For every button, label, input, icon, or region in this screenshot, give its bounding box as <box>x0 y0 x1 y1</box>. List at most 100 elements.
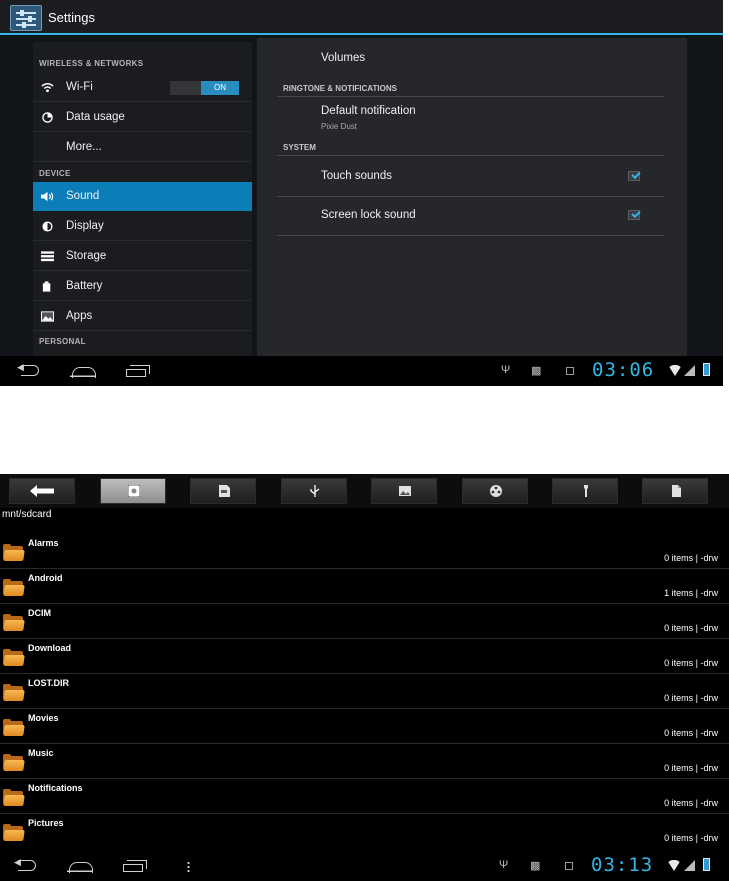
action-bar: Settings <box>0 0 723 35</box>
sidebar-item-label: Storage <box>66 250 107 262</box>
file-manager-screen: mnt/sdcard Alarms 0 items | -drw Android… <box>0 474 729 881</box>
folder-row[interactable]: Movies 0 items | -drw <box>0 709 729 744</box>
folder-meta: 0 items | -drw <box>664 728 718 738</box>
recent-apps-icon[interactable] <box>123 860 147 872</box>
sidebar-item-label: More... <box>66 141 102 153</box>
folder-row[interactable]: LOST.DIR 0 items | -drw <box>0 674 729 709</box>
folder-meta: 0 items | -drw <box>664 623 718 633</box>
folder-row[interactable]: Notifications 0 items | -drw <box>0 779 729 814</box>
system-nav-bar: ◀ Ψ ▩ 03:13 <box>0 851 729 881</box>
folder-name: Download <box>28 643 71 653</box>
sidebar-item-more[interactable]: More... <box>33 133 252 162</box>
battery-icon <box>703 858 710 871</box>
sidebar-item-battery[interactable]: Battery <box>33 272 252 301</box>
touch-sounds-checkbox[interactable] <box>628 171 640 181</box>
sidebar-item-label: Display <box>66 220 104 232</box>
battery-icon <box>42 281 51 292</box>
page-title: Settings <box>48 10 95 25</box>
signal-icon <box>684 365 695 376</box>
folder-row[interactable]: Music 0 items | -drw <box>0 744 729 779</box>
folder-icon <box>3 579 25 596</box>
data-usage-icon <box>42 112 53 123</box>
sidebar-item-storage[interactable]: Storage <box>33 242 252 271</box>
image-icon <box>399 486 411 496</box>
folder-name: Notifications <box>28 783 83 793</box>
section-header-ringtone: RINGTONE & NOTIFICATIONS <box>283 84 397 93</box>
folder-icon <box>3 649 25 666</box>
internal-storage-button[interactable] <box>100 478 166 504</box>
sd-card-button[interactable] <box>190 478 256 504</box>
back-arrow-icon <box>30 485 54 497</box>
folder-name: Android <box>28 573 63 583</box>
video-button[interactable] <box>462 478 528 504</box>
folder-icon <box>3 684 25 701</box>
sidebar-item-label: Battery <box>66 280 103 292</box>
folder-meta: 1 items | -drw <box>664 588 718 598</box>
overflow-menu-icon[interactable] <box>187 861 190 873</box>
divider <box>277 155 664 156</box>
sd-card-icon <box>566 367 574 375</box>
status-clock: 03:06 <box>592 359 655 381</box>
sidebar-item-label: Data usage <box>66 111 125 123</box>
default-notification-item[interactable]: Default notification <box>321 105 416 117</box>
film-reel-icon <box>490 485 502 497</box>
touch-sounds-item[interactable]: Touch sounds <box>321 170 392 182</box>
sidebar-item-label: Sound <box>66 190 100 202</box>
divider <box>277 196 664 197</box>
section-header-wireless: WIRELESS & NETWORKS <box>39 59 144 68</box>
settings-sliders-icon[interactable] <box>10 5 42 31</box>
battery-icon <box>703 363 710 376</box>
section-header-device: DEVICE <box>39 169 71 178</box>
sidebar-item-display[interactable]: Display <box>33 212 252 241</box>
default-notification-value: Pixie Dust <box>321 122 358 131</box>
wifi-icon <box>668 365 682 376</box>
back-button[interactable] <box>9 478 75 504</box>
sd-card-icon <box>219 485 230 497</box>
sidebar-item-sound[interactable]: Sound <box>33 182 252 211</box>
sidebar-item-wifi[interactable]: Wi-Fi ON <box>33 73 252 102</box>
volumes-item[interactable]: Volumes <box>321 52 365 64</box>
usb-button[interactable] <box>281 478 347 504</box>
image-button[interactable] <box>371 478 437 504</box>
tools-button[interactable] <box>552 478 618 504</box>
screen-lock-sound-item[interactable]: Screen lock sound <box>321 209 416 221</box>
sidebar-item-data-usage[interactable]: Data usage <box>33 103 252 132</box>
sidebar-item-apps[interactable]: Apps <box>33 302 252 331</box>
folder-row[interactable]: Android 1 items | -drw <box>0 569 729 604</box>
sidebar-item-label: Apps <box>66 310 93 322</box>
android-debug-icon: ▩ <box>530 860 541 872</box>
signal-icon <box>684 860 695 871</box>
folder-name: Music <box>28 748 54 758</box>
screen-lock-sound-checkbox[interactable] <box>628 210 640 220</box>
folder-icon <box>3 754 25 771</box>
folder-row[interactable]: DCIM 0 items | -drw <box>0 604 729 639</box>
folder-name: DCIM <box>28 608 51 618</box>
toggle-on-label: ON <box>201 81 239 95</box>
folder-row[interactable]: Pictures 0 items | -drw <box>0 814 729 849</box>
usb-icon: Ψ <box>499 859 509 871</box>
android-debug-icon: ▩ <box>531 365 542 377</box>
recent-apps-icon[interactable] <box>126 365 150 377</box>
usb-icon: Ψ <box>501 364 511 376</box>
folder-row[interactable]: Download 0 items | -drw <box>0 639 729 674</box>
folder-icon <box>3 789 25 806</box>
divider <box>277 96 664 97</box>
settings-screen: Settings WIRELESS & NETWORKS Wi-Fi ON Da… <box>0 0 723 386</box>
wifi-toggle[interactable]: ON <box>170 81 239 95</box>
folder-meta: 0 items | -drw <box>664 693 718 703</box>
settings-categories: WIRELESS & NETWORKS Wi-Fi ON Data usage … <box>33 42 252 356</box>
sound-settings-pane: Volumes RINGTONE & NOTIFICATIONS Default… <box>257 38 687 356</box>
apps-icon <box>41 311 54 322</box>
home-icon[interactable] <box>67 860 93 873</box>
folder-name: LOST.DIR <box>28 678 70 688</box>
home-icon[interactable] <box>70 365 96 378</box>
sd-card-icon <box>565 862 573 870</box>
folder-row[interactable]: Alarms 0 items | -drw <box>0 534 729 569</box>
storage-icon <box>41 251 54 262</box>
back-icon[interactable]: ◀ <box>17 362 39 376</box>
file-toolbar <box>0 474 729 508</box>
folder-meta: 0 items | -drw <box>664 798 718 808</box>
back-icon[interactable]: ◀ <box>14 857 36 871</box>
document-button[interactable] <box>642 478 708 504</box>
status-clock: 03:13 <box>591 854 654 876</box>
